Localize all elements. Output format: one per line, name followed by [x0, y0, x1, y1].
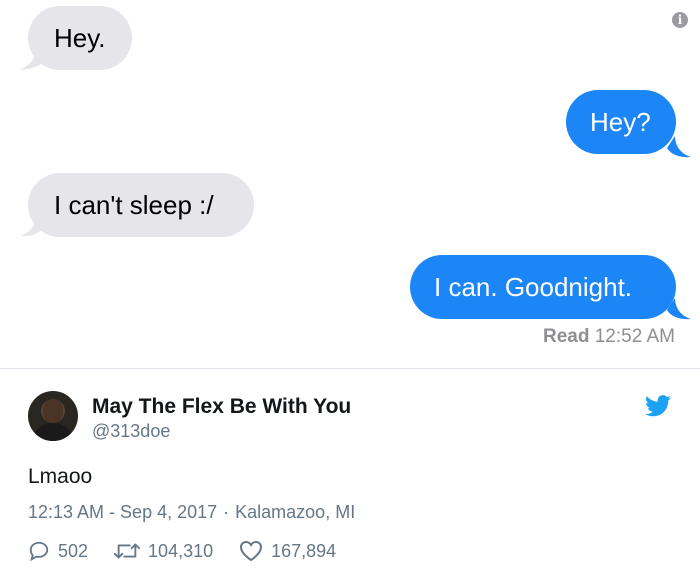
- meta-separator: ·: [223, 502, 230, 522]
- tweet-text: Lmaoo: [28, 465, 93, 488]
- retweet-count: 104,310: [148, 540, 214, 561]
- message-incoming[interactable]: I can't sleep :/: [28, 173, 254, 237]
- info-icon[interactable]: i: [672, 12, 688, 28]
- retweet-button[interactable]: 104,310: [114, 541, 213, 562]
- tweet-card: May The Flex Be With You @313doe Lmaoo 1…: [0, 369, 700, 583]
- tweet-actions: 502 104,310 167,894: [28, 539, 362, 563]
- heart-icon: [240, 540, 263, 562]
- tweet-location[interactable]: Kalamazoo, MI: [235, 502, 355, 522]
- message-outgoing[interactable]: Hey?: [566, 90, 676, 154]
- tweet-meta: 12:13 AM - Sep 4, 2017 · Kalamazoo, MI: [28, 502, 355, 523]
- avatar-face: [43, 399, 63, 423]
- read-time: 12:52 AM: [594, 326, 675, 347]
- avatar[interactable]: [28, 391, 78, 441]
- avatar-shirt: [32, 423, 74, 441]
- retweet-icon: [114, 543, 141, 559]
- message-outgoing[interactable]: I can. Goodnight.: [410, 255, 676, 319]
- read-receipt: Read 12:52 AM: [543, 326, 675, 348]
- reply-count: 502: [58, 540, 89, 561]
- message-incoming[interactable]: Hey.: [28, 6, 132, 70]
- read-label: Read: [542, 326, 590, 347]
- author-handle[interactable]: @313doe: [92, 421, 170, 442]
- reply-icon: [29, 541, 49, 562]
- like-button[interactable]: 167,894: [239, 540, 336, 562]
- reply-button[interactable]: 502: [28, 540, 88, 562]
- twitter-bird-icon[interactable]: [645, 395, 671, 417]
- tweet-timestamp[interactable]: 12:13 AM - Sep 4, 2017: [28, 502, 217, 522]
- like-count: 167,894: [271, 540, 337, 561]
- author-name[interactable]: May The Flex Be With You: [92, 395, 351, 419]
- imessage-conversation: i Hey. Hey? I can't sleep :/ I can. Good…: [0, 0, 700, 368]
